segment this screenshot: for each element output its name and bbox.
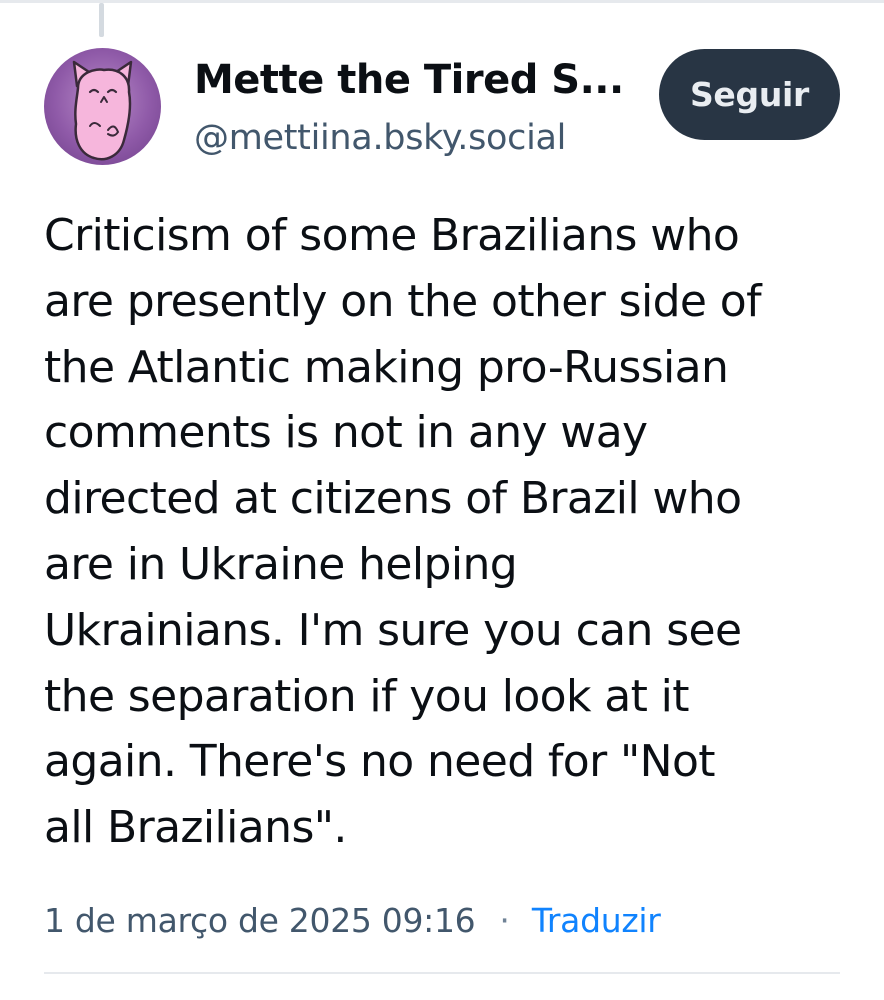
bottom-divider <box>44 972 840 974</box>
meta-separator: · <box>499 900 510 940</box>
thread-connector-line <box>99 3 104 37</box>
top-divider <box>0 0 884 3</box>
post-timestamp: 1 de março de 2025 09:16 <box>44 900 476 940</box>
post-text: Criticism of some Brazilians who are pre… <box>44 210 762 854</box>
translate-link[interactable]: Traduzir <box>532 901 661 940</box>
avatar[interactable] <box>44 48 161 165</box>
pink-cat-avatar-icon <box>72 60 133 161</box>
author-handle[interactable]: @mettiina.bsky.social <box>194 112 566 164</box>
post-meta-row: 1 de março de 2025 09:16 · Traduzir <box>44 892 661 948</box>
follow-button[interactable]: Seguir <box>659 49 840 140</box>
author-display-name[interactable]: Mette the Tired S... <box>194 52 624 108</box>
